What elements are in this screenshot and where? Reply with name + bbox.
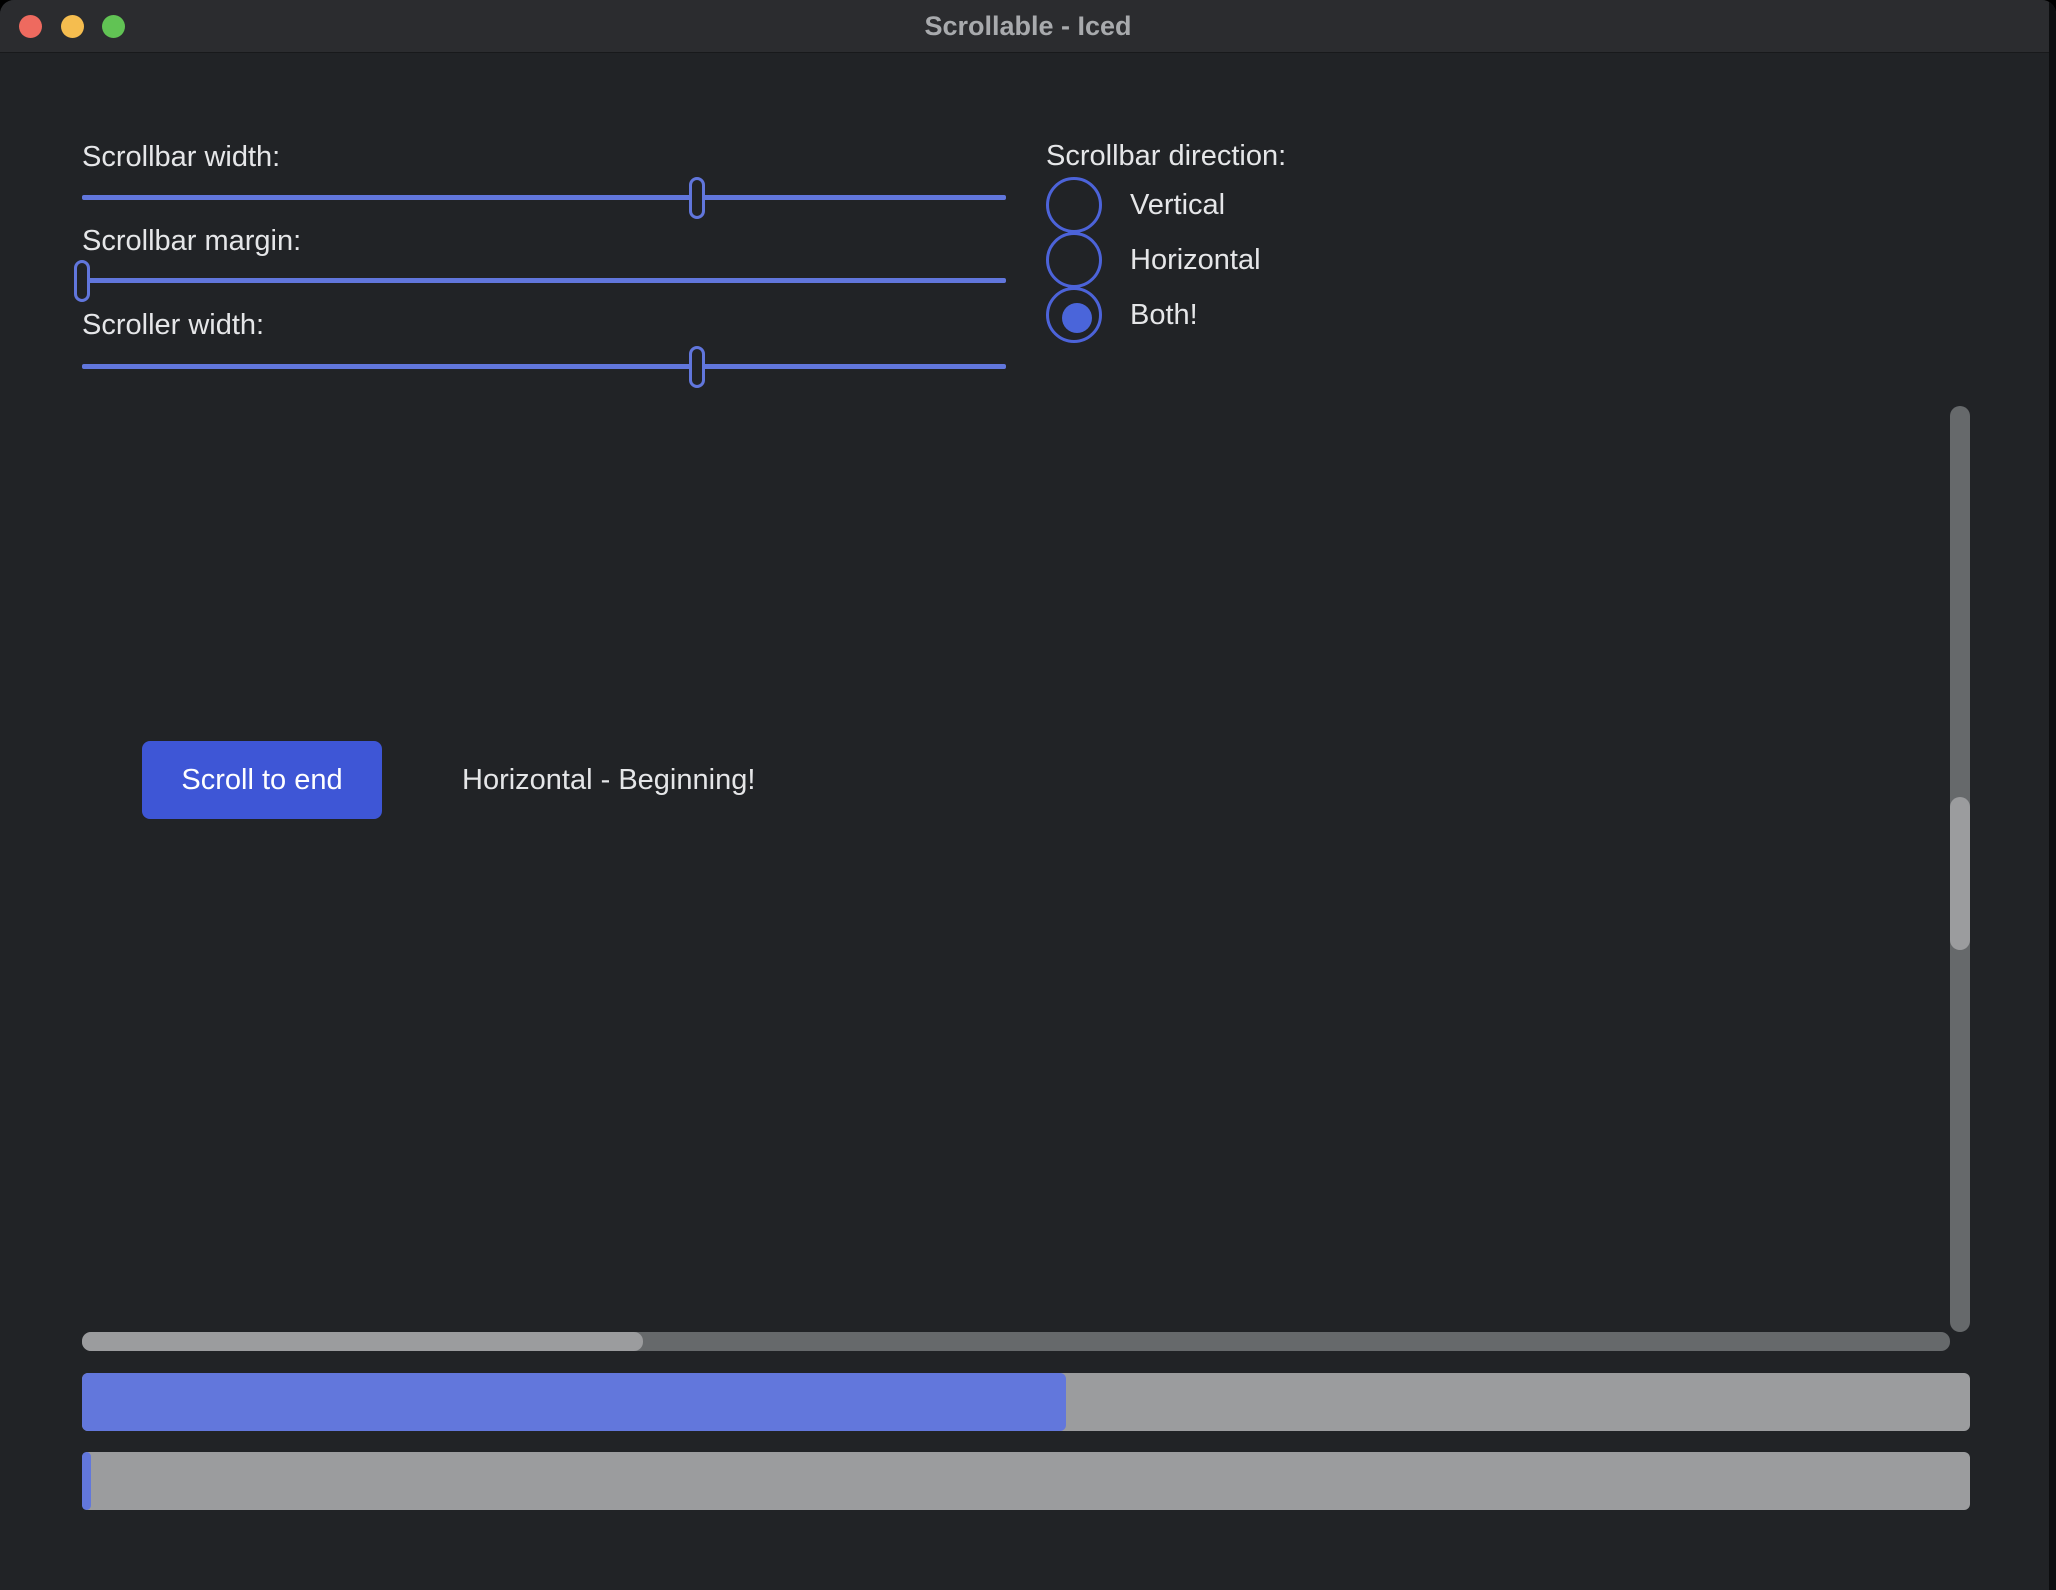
slider-rail[interactable] <box>82 195 1006 200</box>
vertical-progress-bar <box>82 1452 1970 1510</box>
window-title: Scrollable - Iced <box>0 0 2056 52</box>
radio-label[interactable]: Both! <box>1130 287 1198 343</box>
slider-rail[interactable] <box>82 278 1006 283</box>
scrollbar-margin-label: Scrollbar margin: <box>82 224 301 258</box>
scrollbar-direction-label: Scrollbar direction: <box>1046 140 1286 173</box>
horizontal-scrollbar-thumb[interactable] <box>82 1332 643 1351</box>
horizontal-progress-bar <box>82 1373 1970 1431</box>
radio-circle-icon[interactable] <box>1046 287 1102 343</box>
progress-fill <box>82 1373 1066 1431</box>
slider-handle[interactable] <box>689 177 705 219</box>
slider-handle[interactable] <box>74 260 90 302</box>
slider-rail[interactable] <box>82 364 1006 369</box>
scroller-width-slider[interactable] <box>82 346 1006 388</box>
slider-handle[interactable] <box>689 346 705 388</box>
vertical-scrollbar-thumb[interactable] <box>1950 797 1970 950</box>
progress-fill <box>82 1452 91 1510</box>
scrollbar-margin-slider[interactable] <box>82 260 1006 302</box>
radio-circle-icon[interactable] <box>1046 177 1102 233</box>
scroll-to-end-button[interactable]: Scroll to end <box>142 741 382 819</box>
scroller-width-label: Scroller width: <box>82 308 264 342</box>
titlebar: Scrollable - Iced <box>0 0 2056 53</box>
scrollbar-width-slider[interactable] <box>82 177 1006 219</box>
radio-circle-icon[interactable] <box>1046 232 1102 288</box>
scroll-status-text: Horizontal - Beginning! <box>462 741 755 819</box>
radio-label[interactable]: Horizontal <box>1130 232 1261 288</box>
radio-label[interactable]: Vertical <box>1130 177 1225 233</box>
window-right-edge <box>2049 0 2056 1590</box>
app-window: Scrollable - Iced Scrollbar width: Scrol… <box>0 0 2056 1590</box>
scrollbar-width-label: Scrollbar width: <box>82 140 280 174</box>
radio-dot-icon <box>1062 303 1092 333</box>
